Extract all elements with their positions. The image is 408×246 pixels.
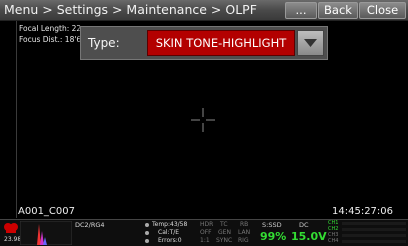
more-button[interactable]: ... [285,2,317,19]
focus-distance-readout: Focus Dist.: 18'6" [19,35,85,44]
breadcrumb: Menu > Settings > Maintenance > OLPF [4,2,257,17]
ratio-value: 1:1 [200,237,210,244]
tc-label: TC [220,221,228,228]
focal-length-readout: Focal Length: 22m [19,24,89,33]
hdr-label: HDR [200,221,214,228]
status-bar: 23.98FPS DC2/RG4 Temp:43/58 Cal:T/E Erro… [0,219,408,246]
cal-readout: Cal:T/E [158,229,180,236]
format-readout: DC2/RG4 [75,221,105,229]
back-button[interactable]: Back [318,2,358,19]
histogram-icon [20,221,72,245]
chevron-down-icon [304,39,317,47]
status-dot-icons [145,223,149,243]
type-label: Type: [88,36,120,50]
audio-ch4-label: CH4 [328,238,339,244]
tc-value: GEN [218,229,231,236]
center-crosshair-icon [191,108,215,132]
temp-readout: Temp:43/58 [152,221,188,228]
rig-label: RIG [238,237,249,244]
power-voltage: 15.0V [291,230,327,243]
camera-record-icon [4,223,18,233]
olpf-type-panel: Type: SKIN TONE-HIGHLIGHT [80,26,328,60]
audio-meter-icon [342,222,406,243]
menu-header: Menu > Settings > Maintenance > OLPF ...… [0,0,408,21]
type-select[interactable]: SKIN TONE-HIGHLIGHT [147,30,295,56]
errors-readout: Errors:0 [158,237,182,244]
timecode: 14:45:27:06 [332,206,394,217]
type-select-value: SKIN TONE-HIGHLIGHT [155,36,287,50]
power-label: DC [299,221,309,229]
clip-name: A001_C007 [18,206,75,217]
type-dropdown-button[interactable] [297,30,324,56]
lan-label: LAN [238,229,251,236]
close-button[interactable]: Close [359,2,406,19]
media-capacity: 99% [260,230,287,243]
hdr-value: OFF [200,229,212,236]
rb-label: RB [240,221,249,228]
sync-label: SYNC [216,237,233,244]
media-label: S:SSD [262,221,282,229]
